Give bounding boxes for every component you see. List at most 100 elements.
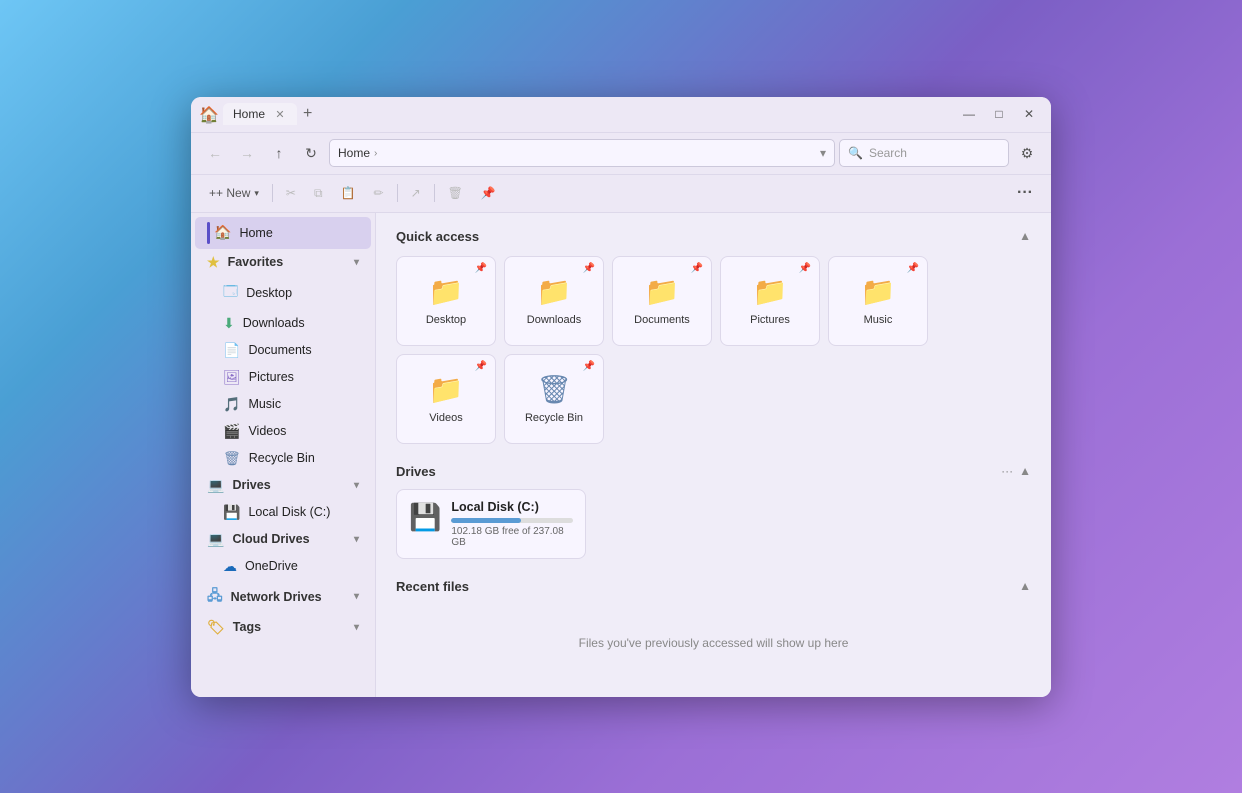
sidebar-item-music[interactable]: 🎵 Music xyxy=(195,391,371,418)
address-text: Home xyxy=(338,146,370,160)
sidebar-item-onedrive[interactable]: ☁ OneDrive xyxy=(195,553,371,580)
qa-item-recycle-bin[interactable]: 📌 🗑 Recycle Bin xyxy=(504,354,604,444)
qa-pin-recycle-icon[interactable]: 📌 xyxy=(583,361,595,372)
sidebar-item-local-disk[interactable]: 💾 Local Disk (C:) xyxy=(195,499,371,526)
recent-files-header: Recent files ▲ xyxy=(396,579,1031,594)
qa-item-pictures[interactable]: 📌 📁 Pictures xyxy=(720,256,820,346)
sidebar-item-videos[interactable]: 🎬 Videos xyxy=(195,418,371,445)
local-disk-icon: 💾 xyxy=(223,504,240,521)
drives-collapse-button[interactable]: ▲ xyxy=(1019,464,1031,478)
sidebar-favorites-header[interactable]: ★ Favorites ▾ xyxy=(195,249,371,276)
back-button[interactable]: ← xyxy=(201,139,229,167)
drive-usage-bar xyxy=(451,518,573,523)
up-button[interactable]: ↑ xyxy=(265,139,293,167)
new-tab-button[interactable]: + xyxy=(297,103,318,125)
recent-files-collapse-button[interactable]: ▲ xyxy=(1019,579,1031,593)
music-folder-icon: 📁 xyxy=(861,275,896,308)
paste-button[interactable]: 📋 xyxy=(333,179,364,207)
sidebar-recycle-label: Recycle Bin xyxy=(249,451,359,465)
new-icon: + xyxy=(209,186,216,200)
favorites-icon: ★ xyxy=(207,254,220,271)
qa-pin-music-icon[interactable]: 📌 xyxy=(907,263,919,274)
sidebar-item-documents[interactable]: 📄 Documents xyxy=(195,337,371,364)
sidebar-drives-header[interactable]: 💻 Drives ▾ xyxy=(195,472,371,499)
title-bar: 🏠 Home ✕ + — □ ✕ xyxy=(191,97,1051,133)
drives-more-button[interactable]: ··· xyxy=(1001,464,1013,478)
quick-access-section-header: Quick access ▲ xyxy=(396,229,1031,244)
delete-button[interactable]: 🗑 xyxy=(440,179,471,207)
maximize-button[interactable]: □ xyxy=(985,100,1013,128)
home-active-indicator xyxy=(207,222,210,244)
action-separator-2 xyxy=(397,184,398,202)
videos-icon: 🎬 xyxy=(223,423,240,440)
tags-icon: 🏷 xyxy=(207,619,225,636)
qa-pin-pictures-icon[interactable]: 📌 xyxy=(799,263,811,274)
sidebar-cloud-drives-header[interactable]: 💻 Cloud Drives ▾ xyxy=(195,526,371,553)
file-explorer-window: 🏠 Home ✕ + — □ ✕ ← → ↑ ↻ Home › ▾ 🔍 Sear… xyxy=(191,97,1051,697)
more-actions-button[interactable]: ··· xyxy=(1009,179,1041,207)
music-icon: 🎵 xyxy=(223,396,240,413)
address-bar[interactable]: Home › ▾ xyxy=(329,139,835,167)
qa-pin-videos-icon[interactable]: 📌 xyxy=(475,361,487,372)
tab-close-button[interactable]: ✕ xyxy=(273,107,287,121)
settings-button[interactable]: ⚙ xyxy=(1013,139,1041,167)
sidebar-item-home[interactable]: 🏠 Home xyxy=(195,217,371,249)
qa-item-documents[interactable]: 📌 📁 Documents xyxy=(612,256,712,346)
favorites-chevron-icon: ▾ xyxy=(354,257,359,268)
sidebar-local-disk-label: Local Disk (C:) xyxy=(248,505,359,519)
qa-pin-downloads-icon[interactable]: 📌 xyxy=(583,263,595,274)
sidebar-pictures-label: Pictures xyxy=(249,370,359,384)
refresh-button[interactable]: ↻ xyxy=(297,139,325,167)
copy-button[interactable]: ⧉ xyxy=(306,179,331,207)
qa-item-music[interactable]: 📌 📁 Music xyxy=(828,256,928,346)
quick-access-collapse-button[interactable]: ▲ xyxy=(1019,229,1031,243)
qa-item-desktop[interactable]: 📌 📁 Desktop xyxy=(396,256,496,346)
pictures-folder-icon: 📁 xyxy=(753,275,788,308)
drive-item-local-disk[interactable]: 💾 Local Disk (C:) 102.18 GB free of 237.… xyxy=(396,489,586,559)
minimize-button[interactable]: — xyxy=(955,100,983,128)
action-separator-3 xyxy=(434,184,435,202)
close-button[interactable]: ✕ xyxy=(1015,100,1043,128)
toolbar: ← → ↑ ↻ Home › ▾ 🔍 Search ⚙ xyxy=(191,133,1051,175)
rename-button[interactable]: ✏ xyxy=(366,179,392,207)
address-dropdown-icon[interactable]: ▾ xyxy=(820,146,826,160)
share-button[interactable]: ↗ xyxy=(403,179,429,207)
new-button[interactable]: + + New ▾ xyxy=(201,179,267,207)
drives-chevron-icon: ▾ xyxy=(354,480,359,491)
sidebar: 🏠 Home ★ Favorites ▾ 🗔 Desktop ⬇ Downloa… xyxy=(191,213,376,697)
sidebar-item-recycle-bin[interactable]: 🗑 Recycle Bin xyxy=(195,445,371,472)
qa-pin-documents-icon[interactable]: 📌 xyxy=(691,263,703,274)
new-label: + New xyxy=(216,186,250,200)
desktop-icon: 🗔 xyxy=(223,281,238,305)
sidebar-item-desktop[interactable]: 🗔 Desktop xyxy=(195,276,371,310)
sidebar-item-downloads[interactable]: ⬇ Downloads xyxy=(195,310,371,337)
qa-recycle-label: Recycle Bin xyxy=(525,412,583,424)
drives-icon: 💻 xyxy=(207,477,224,494)
qa-item-videos[interactable]: 📌 📁 Videos xyxy=(396,354,496,444)
drives-section: Drives ··· ▲ 💾 Local Disk (C:) xyxy=(396,464,1031,559)
sidebar-item-pictures[interactable]: 🖼 Pictures xyxy=(195,364,371,391)
drive-usage-fill xyxy=(451,518,520,523)
qa-downloads-label: Downloads xyxy=(527,314,581,326)
qa-desktop-label: Desktop xyxy=(426,314,466,326)
forward-button[interactable]: → xyxy=(233,139,261,167)
recent-files-empty-message: Files you've previously accessed will sh… xyxy=(396,606,1031,680)
qa-music-label: Music xyxy=(864,314,893,326)
recycle-bin-icon: 🗑 xyxy=(223,450,241,467)
sidebar-tags-header[interactable]: 🏷 Tags ▾ xyxy=(195,614,371,641)
address-chevron-icon: › xyxy=(374,148,377,159)
sidebar-network-header[interactable]: 🖧 Network Drives ▾ xyxy=(195,580,371,614)
qa-item-downloads[interactable]: 📌 📁 Downloads xyxy=(504,256,604,346)
recent-files-section: Recent files ▲ Files you've previously a… xyxy=(396,579,1031,680)
sidebar-network-label: Network Drives xyxy=(231,590,346,604)
network-chevron-icon: ▾ xyxy=(354,591,359,602)
pin-button[interactable]: 📌 xyxy=(473,179,504,207)
desktop-folder-icon: 📁 xyxy=(429,275,464,308)
search-bar[interactable]: 🔍 Search xyxy=(839,139,1009,167)
tab-label: Home xyxy=(233,107,265,121)
qa-pin-desktop-icon[interactable]: 📌 xyxy=(475,263,487,274)
recent-files-title: Recent files xyxy=(396,579,469,594)
cut-button[interactable]: ✂ xyxy=(278,179,304,207)
recycle-bin-folder-icon: 🗑 xyxy=(536,373,572,406)
quick-access-title: Quick access xyxy=(396,229,479,244)
